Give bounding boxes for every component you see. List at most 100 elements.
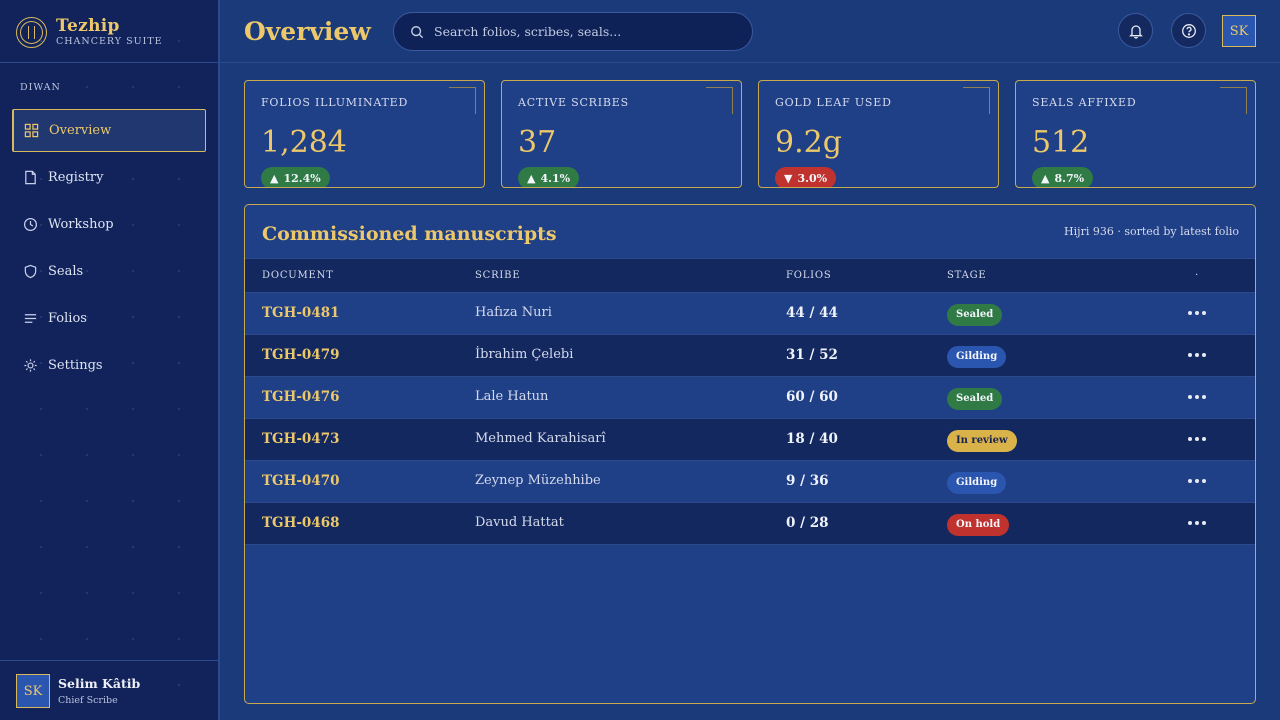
sidebar: Tezhip CHANCERY SUITE DIWAN Overview Reg… xyxy=(0,0,220,720)
sidebar-section-label: DIWAN xyxy=(20,82,61,93)
kpi-label: SEALS AFFIXED xyxy=(1032,96,1137,109)
manuscripts-panel: Commissioned manuscripts Hijri 936 · sor… xyxy=(244,204,1256,704)
document-id[interactable]: TGH-0473 xyxy=(262,431,340,447)
search-input[interactable] xyxy=(434,24,734,39)
more-icon xyxy=(1188,353,1206,357)
more-icon xyxy=(1188,395,1206,399)
sidebar-item-settings[interactable]: Settings xyxy=(12,344,206,387)
kpi-delta: 3.0% xyxy=(797,171,828,185)
user-profile[interactable]: SK Selim Kâtib Chief Scribe xyxy=(16,674,140,708)
lines-icon xyxy=(22,311,38,327)
table-row[interactable]: TGH-0481 Hafıza Nuri 44 / 44 Sealed xyxy=(245,293,1255,335)
page-title: Overview xyxy=(244,17,371,46)
user-name: Selim Kâtib xyxy=(58,676,141,691)
sidebar-item-workshop[interactable]: Workshop xyxy=(12,203,206,246)
scribe-name: İbrahim Çelebi xyxy=(475,347,574,362)
brand[interactable]: Tezhip CHANCERY SUITE xyxy=(16,14,163,50)
notifications-button[interactable] xyxy=(1118,13,1153,48)
document-icon xyxy=(22,170,38,186)
more-icon xyxy=(1188,437,1206,441)
status-badge: In review xyxy=(947,430,1017,452)
folio-count: 60 / 60 xyxy=(786,389,838,405)
top-header: Overview SK xyxy=(220,0,1280,63)
brand-logo-icon xyxy=(16,16,47,48)
arrow-down-icon: ▼ xyxy=(784,171,793,185)
scribe-name: Davud Hattat xyxy=(475,515,564,530)
kpi-label: GOLD LEAF USED xyxy=(775,96,892,109)
more-actions-button[interactable] xyxy=(1187,471,1207,491)
folio-count: 44 / 44 xyxy=(786,305,838,321)
sidebar-item-overview[interactable]: Overview xyxy=(12,109,206,152)
more-actions-button[interactable] xyxy=(1187,345,1207,365)
brand-name: Tezhip xyxy=(56,15,120,36)
scribe-name: Mehmed Karahisarî xyxy=(475,431,606,446)
sidebar-divider xyxy=(0,62,218,63)
more-actions-button[interactable] xyxy=(1187,429,1207,449)
panel-title: Commissioned manuscripts xyxy=(262,223,557,245)
document-id[interactable]: TGH-0481 xyxy=(262,305,340,321)
status-badge: Gilding xyxy=(947,346,1007,368)
table-row[interactable]: TGH-0479 İbrahim Çelebi 31 / 52 Gilding xyxy=(245,335,1255,377)
kpi-label: FOLIOS ILLUMINATED xyxy=(261,96,409,109)
column-header-folios[interactable]: FOLIOS xyxy=(786,270,832,281)
kpi-delta-badge: ▲ 8.7% xyxy=(1032,167,1094,187)
sidebar-item-seals[interactable]: Seals xyxy=(12,250,206,293)
kpi-delta-badge: ▲ 4.1% xyxy=(518,167,580,187)
table-row[interactable]: TGH-0476 Lale Hatun 60 / 60 Sealed xyxy=(245,377,1255,419)
clock-icon xyxy=(22,217,38,233)
sidebar-item-label: Overview xyxy=(49,123,112,138)
status-badge: Sealed xyxy=(947,388,1003,410)
kpi-delta: 8.7% xyxy=(1054,171,1085,185)
table-row[interactable]: TGH-0473 Mehmed Karahisarî 18 / 40 In re… xyxy=(245,419,1255,461)
folio-count: 31 / 52 xyxy=(786,347,838,363)
folio-count: 18 / 40 xyxy=(786,431,838,447)
table-header: DOCUMENT SCRIBE FOLIOS STAGE · xyxy=(245,258,1255,293)
sun-gear-icon xyxy=(22,358,38,374)
sidebar-item-label: Workshop xyxy=(48,217,114,232)
more-actions-button[interactable] xyxy=(1187,513,1207,533)
arrow-up-icon: ▲ xyxy=(270,171,279,185)
folio-count: 0 / 28 xyxy=(786,515,829,531)
table-row[interactable]: TGH-0468 Davud Hattat 0 / 28 On hold xyxy=(245,503,1255,545)
sidebar-item-label: Folios xyxy=(48,311,87,326)
column-header-scribe[interactable]: SCRIBE xyxy=(475,270,520,281)
column-header-actions: · xyxy=(1195,270,1199,281)
more-actions-button[interactable] xyxy=(1187,303,1207,323)
column-header-stage[interactable]: STAGE xyxy=(947,270,986,281)
status-badge: On hold xyxy=(947,514,1010,536)
table-row[interactable]: TGH-0470 Zeynep Müzehhibe 9 / 36 Gilding xyxy=(245,461,1255,503)
sidebar-item-folios[interactable]: Folios xyxy=(12,297,206,340)
kpi-delta: 12.4% xyxy=(283,171,321,185)
sidebar-item-registry[interactable]: Registry xyxy=(12,156,206,199)
arrow-up-icon: ▲ xyxy=(527,171,536,185)
panel-meta: Hijri 936 · sorted by latest folio xyxy=(1064,225,1239,238)
status-badge: Sealed xyxy=(947,304,1003,326)
help-icon xyxy=(1181,23,1196,38)
column-header-document[interactable]: DOCUMENT xyxy=(262,270,334,281)
document-id[interactable]: TGH-0476 xyxy=(262,389,340,405)
status-badge: Gilding xyxy=(947,472,1007,494)
avatar[interactable]: SK xyxy=(1222,15,1256,47)
avatar: SK xyxy=(16,674,50,708)
more-icon xyxy=(1188,521,1206,525)
search-bar[interactable] xyxy=(393,12,753,51)
kpi-card-folios: FOLIOS ILLUMINATED 1,284 ▲ 12.4% xyxy=(244,80,485,188)
scribe-name: Lale Hatun xyxy=(475,389,549,404)
scribe-name: Zeynep Müzehhibe xyxy=(475,473,601,488)
more-actions-button[interactable] xyxy=(1187,387,1207,407)
kpi-delta: 4.1% xyxy=(540,171,571,185)
shield-icon xyxy=(22,264,38,280)
sidebar-item-label: Registry xyxy=(48,170,104,185)
more-icon xyxy=(1188,479,1206,483)
help-button[interactable] xyxy=(1171,13,1206,48)
sidebar-item-label: Settings xyxy=(48,358,103,373)
document-id[interactable]: TGH-0470 xyxy=(262,473,340,489)
table-body: TGH-0481 Hafıza Nuri 44 / 44 Sealed TGH-… xyxy=(245,293,1255,545)
sidebar-nav: Overview Registry Workshop Seals Folios xyxy=(12,109,206,391)
document-id[interactable]: TGH-0468 xyxy=(262,515,340,531)
kpi-value: 37 xyxy=(518,125,557,160)
sidebar-item-label: Seals xyxy=(48,264,84,279)
kpi-value: 512 xyxy=(1032,125,1090,160)
kpi-delta-badge: ▲ 12.4% xyxy=(261,167,330,187)
document-id[interactable]: TGH-0479 xyxy=(262,347,340,363)
